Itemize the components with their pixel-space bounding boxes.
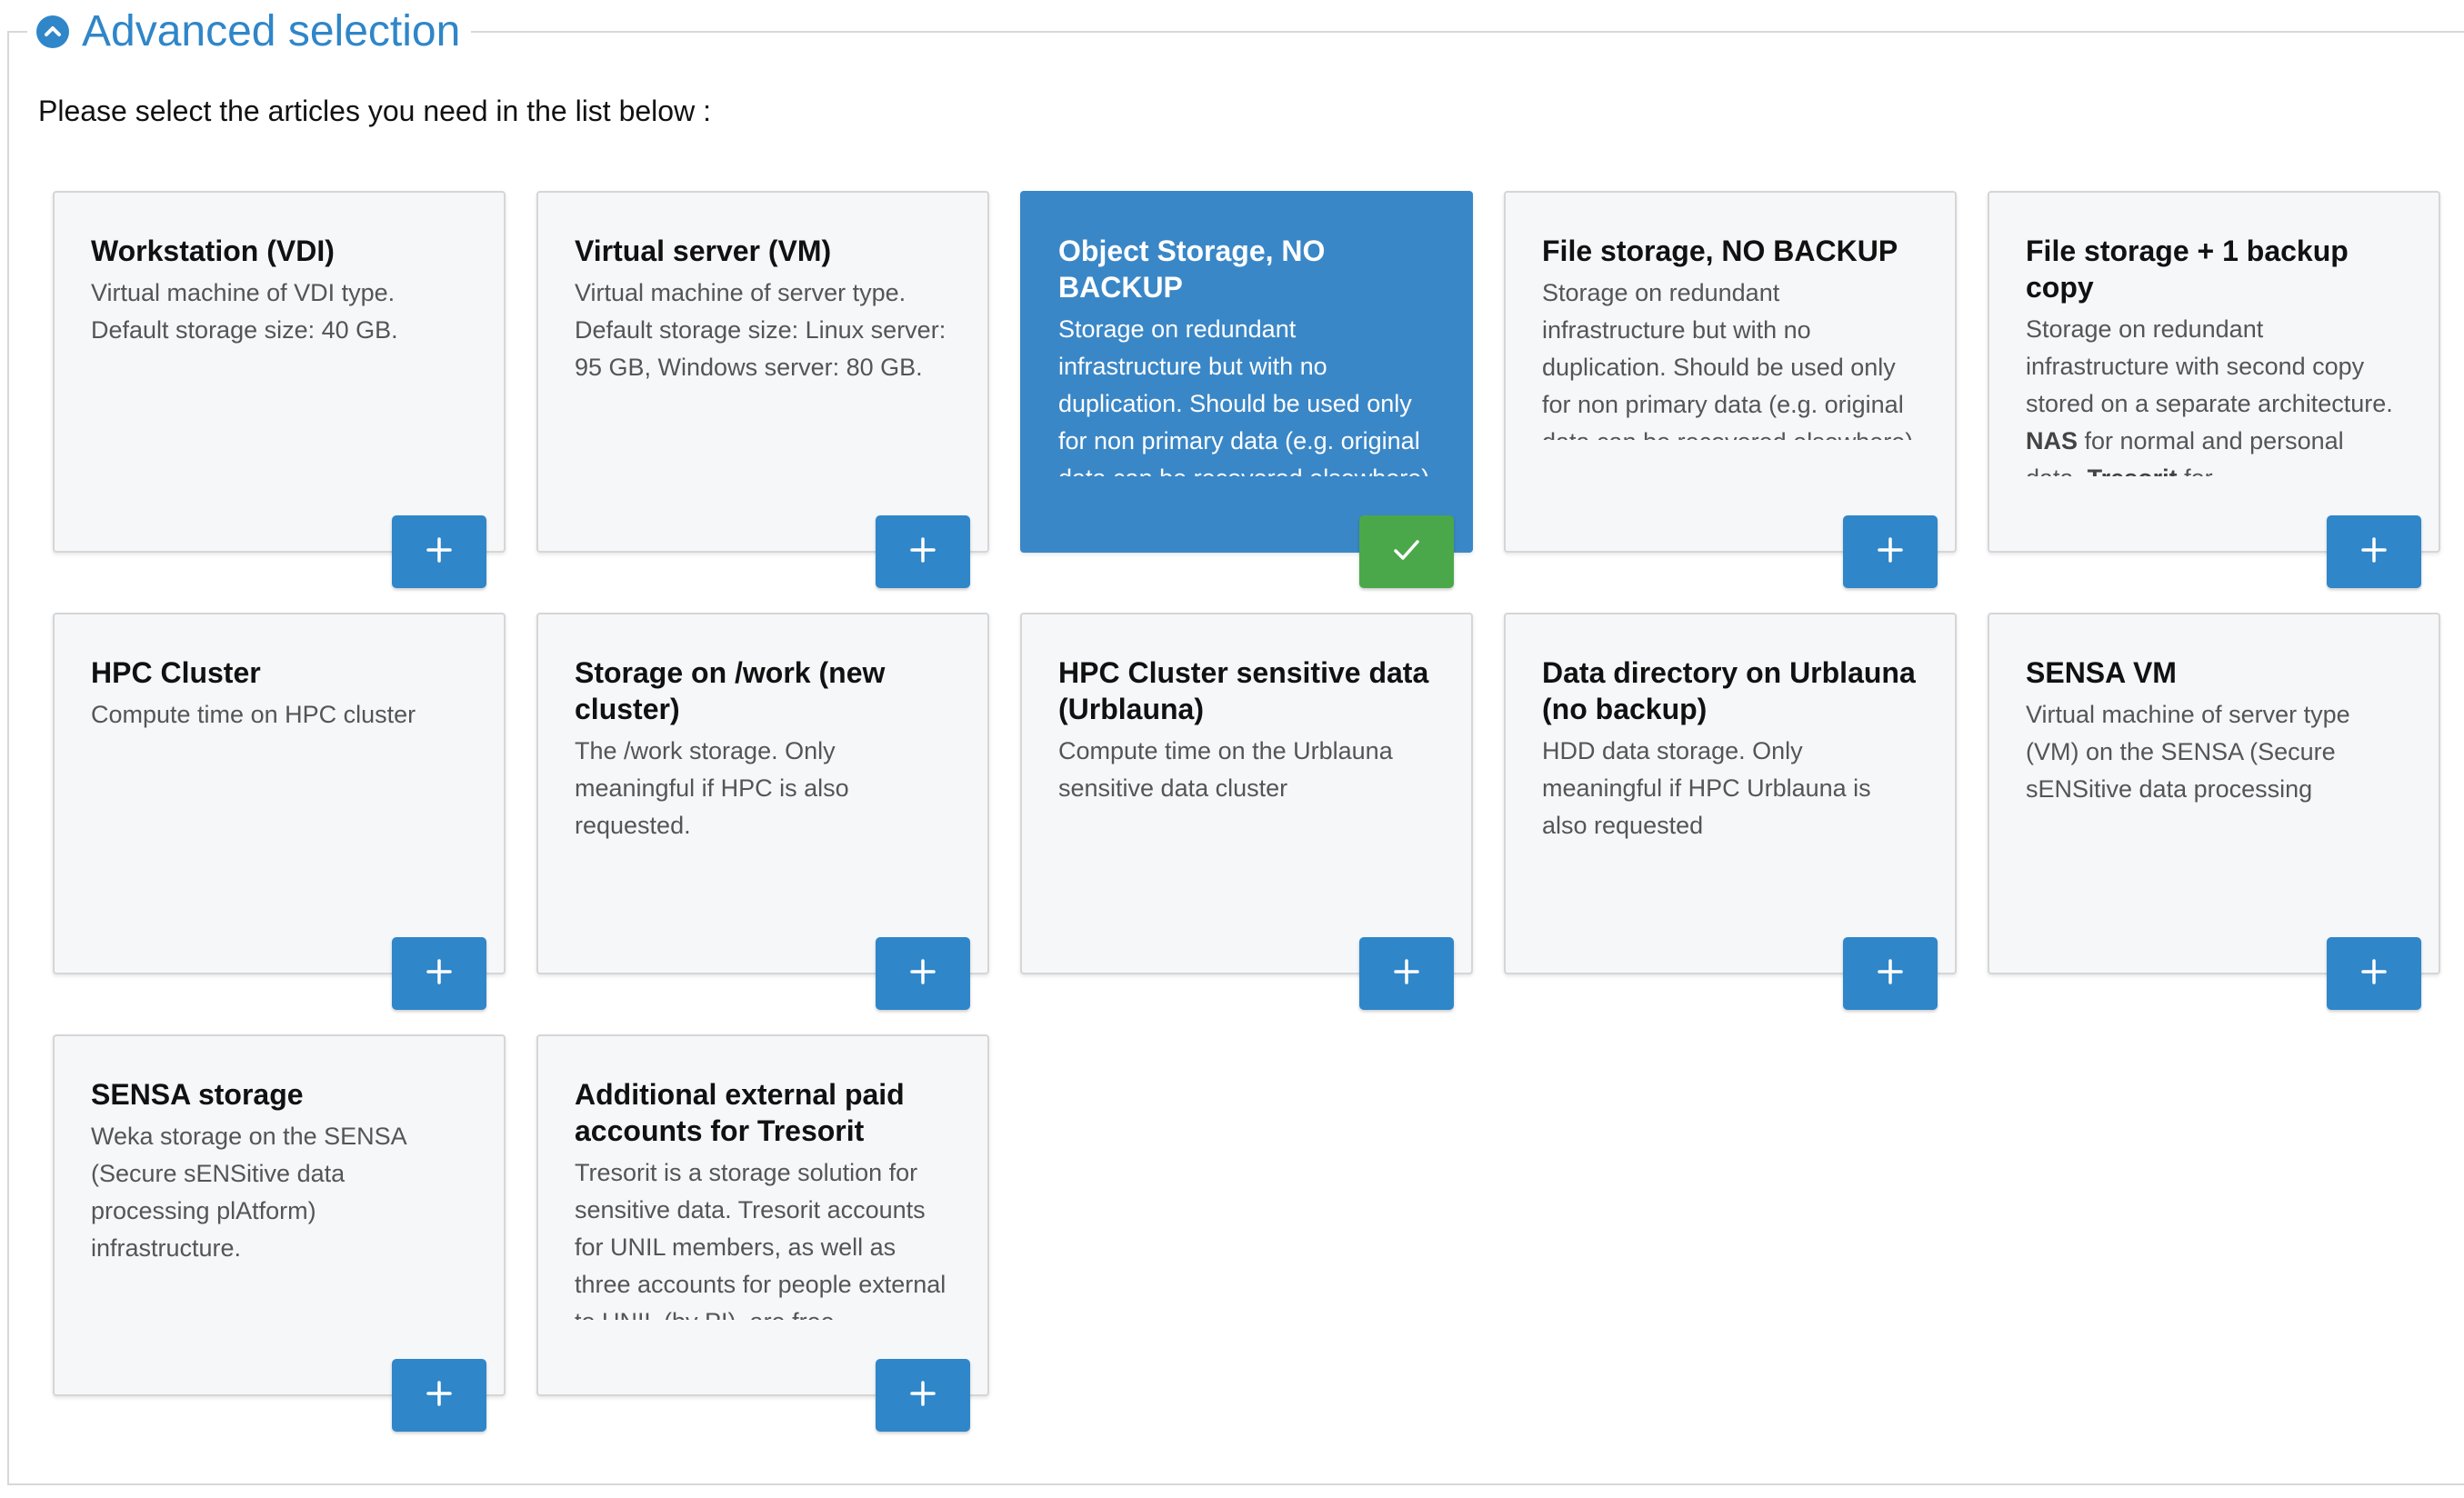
article-description-bold: Tresorit <box>2088 464 2178 476</box>
article-title: File storage, NO BACKUP <box>1542 235 1898 267</box>
article-description: Tresorit is a storage solution for sensi… <box>575 1159 947 1320</box>
article-title: HPC Cluster <box>91 656 261 689</box>
plus-icon <box>2360 536 2388 568</box>
article-title: Workstation (VDI) <box>91 235 335 267</box>
article-title: Additional external paid accounts for Tr… <box>575 1078 905 1147</box>
check-icon <box>1390 534 1423 571</box>
article-description: Storage on redundant infrastructure but … <box>1542 279 1913 440</box>
article-card[interactable]: Workstation (VDI) Virtual machine of VDI … <box>53 191 506 553</box>
section-toggle[interactable]: Advanced selection <box>27 4 472 60</box>
article-description: Virtual machine of VDI type. Default sto… <box>91 279 398 344</box>
article-description: Storage on redundant infrastructure with… <box>2026 311 2404 476</box>
article-title: Storage on /work (new cluster) <box>575 656 886 725</box>
article-add-button[interactable] <box>392 515 486 588</box>
article-description: Compute time on the Urblauna sensitive d… <box>1058 737 1393 802</box>
article-add-button[interactable] <box>876 937 970 1010</box>
article-added-button[interactable] <box>1359 515 1454 588</box>
article-add-button[interactable] <box>392 1359 486 1432</box>
plus-icon <box>426 1380 453 1412</box>
plus-icon <box>909 536 937 568</box>
plus-icon <box>909 958 937 990</box>
article-title: Virtual server (VM) <box>575 235 832 267</box>
article-add-button[interactable] <box>2327 937 2421 1010</box>
article-card[interactable]: File storage + 1 backup copy Storage on r… <box>1988 191 2440 553</box>
article-title: Object Storage, NO BACKUP <box>1058 235 1326 304</box>
section-title[interactable]: Advanced selection <box>82 10 460 54</box>
article-add-button[interactable] <box>2327 515 2421 588</box>
article-description: HDD data storage. Only meaningful if HPC… <box>1542 737 1871 839</box>
article-add-button[interactable] <box>392 937 486 1010</box>
article-title: SENSA VM <box>2026 656 2177 689</box>
article-add-button[interactable] <box>1843 937 1938 1010</box>
article-card[interactable]: HPC Cluster sensitive data (Urblauna) Com… <box>1020 613 1473 974</box>
article-card[interactable]: Data directory on Urblauna (no backup) HD… <box>1504 613 1957 974</box>
article-description-text: for <box>2178 464 2213 476</box>
plus-icon <box>1877 958 1904 990</box>
plus-icon <box>1393 958 1420 990</box>
plus-icon <box>909 1380 937 1412</box>
article-card[interactable]: SENSA VM Virtual machine of server type (… <box>1988 613 2440 974</box>
article-description-bold: NAS <box>2026 427 2078 454</box>
article-description-text: Storage on redundant infrastructure with… <box>2026 315 2393 417</box>
article-add-button[interactable] <box>876 1359 970 1432</box>
article-card[interactable]: File storage, NO BACKUP Storage on redund… <box>1504 191 1957 553</box>
article-description: Virtual machine of server type. Default … <box>575 279 947 381</box>
article-card[interactable]: Virtual server (VM) Virtual machine of se… <box>536 191 989 553</box>
article-description: The /work storage. Only meaningful if HP… <box>575 737 849 839</box>
article-description: Weka storage on the SENSA (Secure sENSit… <box>91 1123 406 1262</box>
article-description: Compute time on HPC cluster <box>91 701 416 728</box>
article-card[interactable]: HPC Cluster Compute time on HPC cluster <box>53 613 506 974</box>
article-add-button[interactable] <box>876 515 970 588</box>
plus-icon <box>426 958 453 990</box>
instructions-text: Please select the articles you need in t… <box>38 95 711 127</box>
article-card[interactable]: Additional external paid accounts for Tr… <box>536 1034 989 1396</box>
article-card[interactable]: Object Storage, NO BACKUP Storage on redu… <box>1020 191 1473 553</box>
article-title: Data directory on Urblauna (no backup) <box>1542 656 1916 725</box>
article-add-button[interactable] <box>1359 937 1454 1010</box>
article-description: Storage on redundant infrastructure but … <box>1058 315 1429 476</box>
article-title: File storage + 1 backup copy <box>2026 235 2349 304</box>
chevron-up-icon[interactable] <box>36 15 69 48</box>
article-card[interactable]: Storage on /work (new cluster) The /work … <box>536 613 989 974</box>
article-add-button[interactable] <box>1843 515 1938 588</box>
plus-icon <box>1877 536 1904 568</box>
article-description: Virtual machine of server type (VM) on t… <box>2026 701 2350 814</box>
article-title: SENSA storage <box>91 1078 304 1111</box>
plus-icon <box>2360 958 2388 990</box>
plus-icon <box>426 536 453 568</box>
article-card[interactable]: SENSA storage Weka storage on the SENSA (… <box>53 1034 506 1396</box>
article-title: HPC Cluster sensitive data (Urblauna) <box>1058 656 1429 725</box>
